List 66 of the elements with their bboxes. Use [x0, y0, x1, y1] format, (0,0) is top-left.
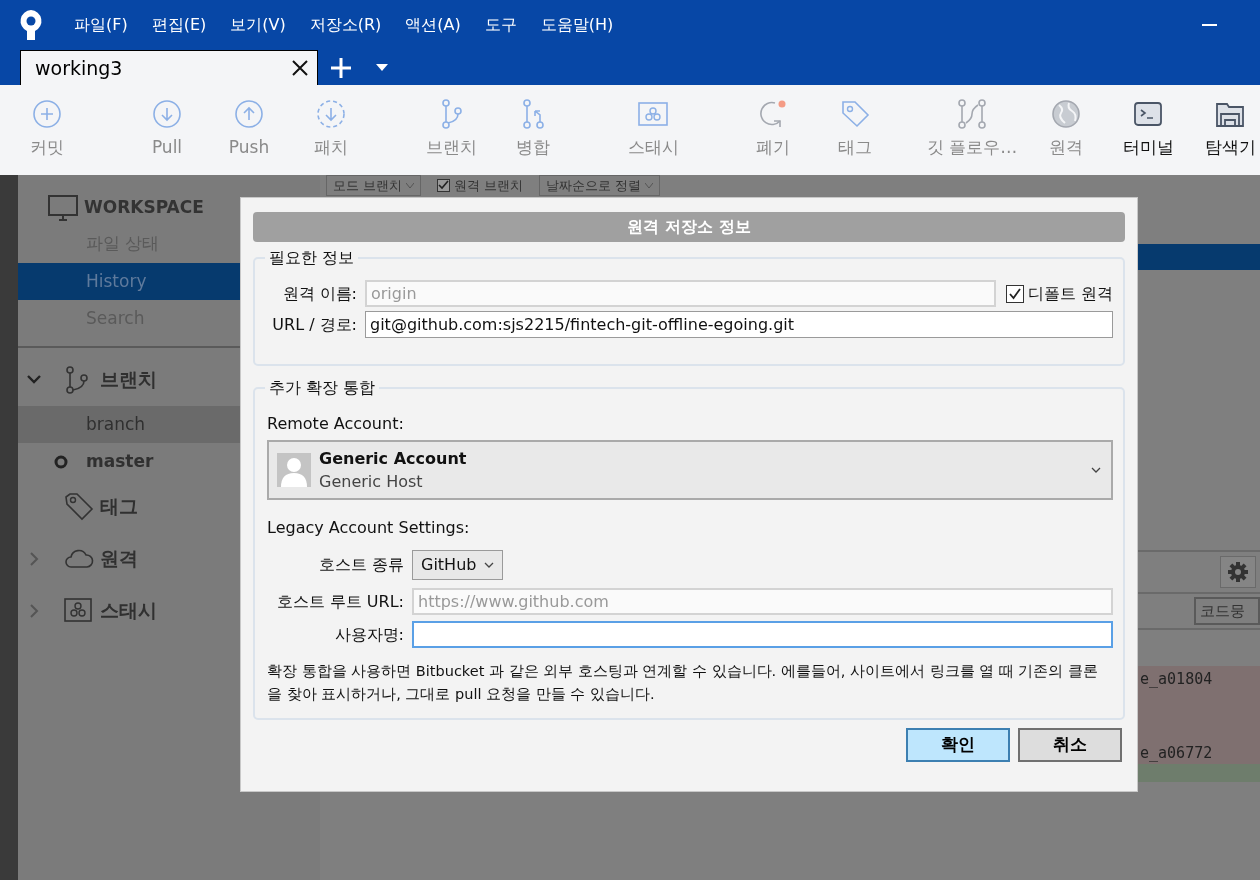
checkmark-icon — [1007, 286, 1022, 301]
app-logo-icon — [18, 8, 44, 42]
dropdown[interactable]: 모드 브랜치 — [326, 175, 422, 196]
group-label: 추가 확장 통합 — [268, 380, 377, 396]
caret-icon — [645, 183, 654, 188]
input-field[interactable]: https://www.github.com — [412, 588, 1113, 615]
tab[interactable]: working3 — [20, 50, 318, 85]
download-icon — [152, 99, 182, 129]
upload-icon — [234, 99, 264, 129]
dashed-download-icon — [316, 99, 346, 129]
dropdown[interactable]: GitHub — [412, 550, 504, 580]
section-title[interactable]: 원격 — [100, 544, 138, 573]
tag-icon — [840, 99, 870, 129]
caret-icon — [406, 183, 415, 188]
input-field[interactable]: git@github.com:sjs2215/fintech-git-offline-egoing.git — [365, 311, 1113, 338]
field-label: 호스트 종류 — [317, 554, 404, 576]
account-name: Generic Account — [319, 447, 468, 470]
dropdown-caret-icon[interactable] — [376, 64, 388, 71]
menu-item[interactable]: 도움말(H) — [540, 13, 614, 37]
field-label: 사용자명: — [333, 623, 404, 646]
section-title[interactable]: 스태시 — [100, 596, 157, 625]
caret-icon — [484, 562, 495, 568]
current-branch-icon — [54, 455, 68, 469]
field-label: Legacy Account Settings: — [267, 517, 471, 539]
globe-icon — [1051, 99, 1081, 129]
checkbox[interactable]: 원격 브랜치 — [431, 175, 530, 196]
toolbar-button[interactable]: 탐색기 — [1189, 85, 1260, 175]
commit-message: e_a06772 — [1140, 743, 1213, 764]
account-host: Generic Host — [319, 471, 424, 493]
settings-icon[interactable] — [1220, 556, 1256, 588]
checkbox[interactable]: 디폴트 원격 — [1005, 281, 1113, 306]
menu-item[interactable]: 편집(E) — [151, 13, 207, 37]
toolbar-button[interactable]: 터미널 — [1107, 85, 1189, 175]
close-icon[interactable] — [291, 59, 309, 77]
menu-item[interactable]: 파일(F) — [74, 13, 128, 37]
flow-icon — [957, 99, 987, 129]
section-title[interactable]: 브랜치 — [100, 365, 157, 394]
menu-item[interactable]: 액션(A) — [405, 13, 461, 37]
terminal-icon — [1133, 99, 1163, 129]
input-field[interactable] — [412, 621, 1113, 648]
dropdown[interactable]: 날짜순으로 정렬 — [539, 175, 661, 196]
dialog-title: 원격 저장소 정보 — [253, 212, 1125, 242]
commit-message: e_a01804 — [1140, 669, 1213, 690]
monitor-icon — [48, 195, 78, 221]
field-label: 호스트 루트 URL: — [275, 590, 404, 613]
section-title[interactable]: 태그 — [100, 492, 138, 521]
caret-icon — [1091, 467, 1101, 473]
plus-icon[interactable] — [330, 57, 352, 79]
input-field[interactable]: origin — [365, 280, 996, 307]
refresh-icon — [758, 99, 788, 129]
menu-item[interactable]: 저장소(R) — [309, 13, 382, 37]
menu-item[interactable]: 도구 — [484, 13, 517, 37]
account-dropdown[interactable]: Generic Account Generic Host — [267, 440, 1113, 500]
plus-circle-icon — [32, 99, 62, 129]
stash-icon — [638, 99, 668, 129]
tag-icon — [64, 492, 94, 521]
stash-icon — [64, 596, 94, 625]
field-label: URL / 경로: — [271, 313, 357, 336]
search-field[interactable]: 코드뭉 — [1194, 596, 1260, 626]
dialog-button[interactable]: 확인 — [906, 728, 1010, 762]
dialog-button[interactable]: 취소 — [1018, 728, 1122, 762]
section-title: WORKSPACE — [84, 196, 204, 220]
avatar-icon — [277, 453, 311, 487]
help-text: 확장 통합을 사용하면 Bitbucket 과 같은 외부 호스팅과 연계할 수 있습니다. 에를들어, 사이트에서 링크를 열 때 기존의 클론을 찾아 표시하거나, 그대로 pull 요청을 만들 수 있습니다. — [267, 662, 1100, 705]
tab-label: working3 — [35, 55, 124, 81]
menu-item[interactable]: 보기(V) — [230, 13, 286, 37]
